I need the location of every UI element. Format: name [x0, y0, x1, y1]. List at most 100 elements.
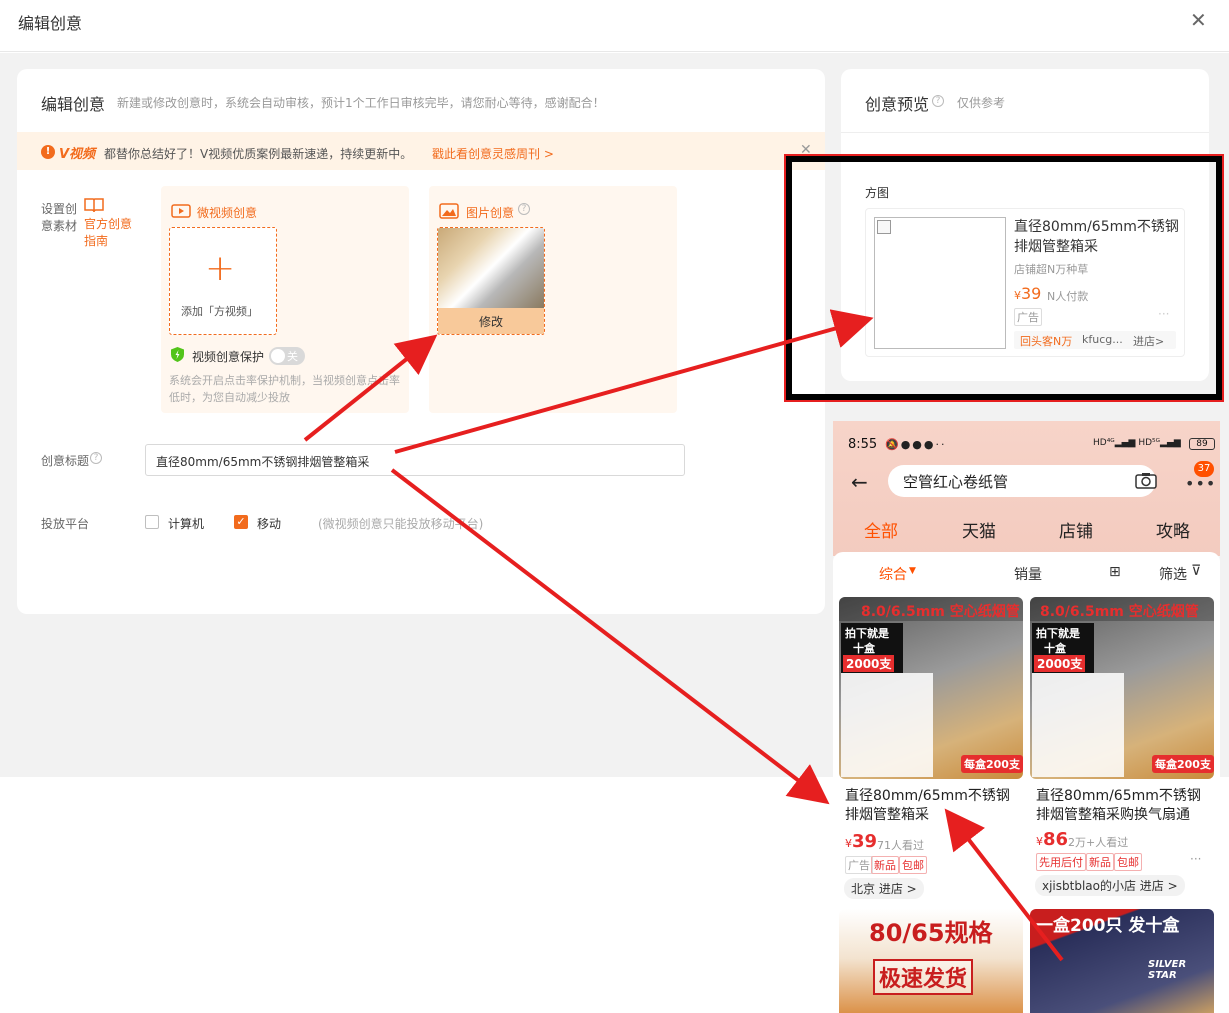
- cart-badge: 37: [1194, 461, 1214, 477]
- image-icon: [439, 203, 459, 219]
- divider: [841, 132, 1209, 133]
- product-badge-new: 新品: [871, 856, 899, 874]
- product-badge-free-ship: 包邮: [1114, 853, 1142, 871]
- image-creative-title: 图片创意: [466, 206, 515, 220]
- banner-link[interactable]: 戳此看创意灵感周刊 >: [432, 145, 554, 162]
- shield-icon: [169, 346, 186, 363]
- product-title[interactable]: 直径80mm/65mm不锈钢排烟管整箱采: [845, 787, 1017, 825]
- platform-note: (微视频创意只能投放移动平台): [318, 517, 484, 531]
- pc-label[interactable]: 计算机: [168, 515, 204, 532]
- close-icon[interactable]: ✕: [1190, 8, 1207, 32]
- product-price-value: 39: [852, 831, 878, 852]
- editor-title: 编辑创意: [41, 95, 106, 114]
- product-image[interactable]: 8.0/6.5mm 空心纸烟管 拍下就是 十盒 2000支 每盒200支: [1030, 597, 1214, 779]
- preview-hint: 仅供参考: [957, 96, 1006, 110]
- dialog-title: 编辑创意: [18, 14, 83, 33]
- preview-shop-name: kfucg...: [1082, 333, 1123, 346]
- platform-label: 投放平台: [41, 517, 90, 531]
- image-headline: 8.0/6.5mm 空心纸烟管: [861, 604, 1020, 620]
- product-badge-ad: 广告: [845, 856, 873, 874]
- video-protect-label: 视频创意保护: [192, 350, 265, 364]
- phone-search-text: 空管红心卷纸管: [903, 473, 1009, 491]
- modify-label[interactable]: 修改: [479, 313, 503, 330]
- bottom-right-brand: SILVER STAR: [1148, 959, 1187, 981]
- preview-promo: 回头客N万: [1020, 335, 1073, 348]
- sort-filter[interactable]: 筛选: [1159, 564, 1187, 584]
- image-tag-line2: 十盒: [1044, 642, 1066, 655]
- preview-ad-tag: 广告: [1014, 308, 1042, 326]
- phone-screenshot: 8:55 🔕●●●·· HD⁴ᴳ▂▄▆ HD⁵ᴳ▂▄▆ 89 ← 空管红心卷纸管…: [833, 421, 1220, 1013]
- help-icon[interactable]: ?: [932, 95, 944, 107]
- book-icon: [84, 197, 104, 213]
- sort-sales[interactable]: 销量: [1014, 564, 1042, 584]
- help-icon[interactable]: ?: [90, 452, 102, 464]
- image-tag-line3: 2000支: [843, 655, 895, 672]
- preview-title: 创意预览: [865, 95, 930, 114]
- banner-text: 都替你总结好了！V视频优质案例最新速递，持续更新中。: [104, 147, 413, 161]
- product-badge-new: 新品: [1086, 853, 1114, 871]
- product-location[interactable]: xjisbtblao的小店 进店 >: [1035, 875, 1185, 896]
- preview-product-title: 直径80mm/65mm不锈钢排烟管整箱采: [1014, 219, 1179, 255]
- image-tag-line2: 十盒: [853, 642, 875, 655]
- preview-enter-shop[interactable]: 进店>: [1133, 333, 1164, 349]
- more-icon[interactable]: ···: [1190, 852, 1201, 866]
- sort-comprehensive[interactable]: 综合: [879, 564, 907, 584]
- status-time: 8:55: [848, 437, 878, 452]
- image-corner-tag: 每盒200支: [1152, 755, 1214, 773]
- phone-tab-shop[interactable]: 店铺: [1059, 517, 1093, 542]
- plus-icon: +: [205, 248, 236, 289]
- banner-close-icon[interactable]: ✕: [800, 142, 812, 158]
- more-icon[interactable]: ···: [1158, 307, 1169, 321]
- toggle-knob: [271, 349, 285, 363]
- phone-tab-all[interactable]: 全部: [864, 517, 898, 542]
- product-image[interactable]: 80/65规格 极速发货: [839, 909, 1023, 1013]
- battery-icon: 89: [1189, 438, 1215, 450]
- bottom-left-headline: 80/65规格: [869, 919, 993, 947]
- toggle-text: 关: [287, 350, 298, 363]
- product-view-note: 2万+人看过: [1068, 836, 1129, 849]
- preview-shop-line: 店铺超N万种草: [1014, 263, 1089, 276]
- add-video-label: 添加「方视频」: [181, 305, 258, 318]
- video-creative-title: 微视频创意: [197, 206, 258, 220]
- video-protect-toggle[interactable]: 关: [269, 347, 305, 365]
- product-badge-free-ship: 包邮: [899, 856, 927, 874]
- filter-icon: ⊽: [1191, 563, 1202, 579]
- signal-icon: HD⁴ᴳ▂▄▆ HD⁵ᴳ▂▄▆: [1093, 438, 1181, 448]
- creative-title-input[interactable]: 直径80mm/65mm不锈钢排烟管整箱采: [145, 444, 685, 476]
- creative-title-label: 创意标题: [41, 454, 90, 468]
- back-arrow-icon[interactable]: ←: [851, 470, 868, 494]
- mobile-checkbox[interactable]: ✓: [234, 515, 248, 529]
- status-icons-left: 🔕●●●··: [885, 438, 947, 451]
- info-icon: !: [41, 145, 55, 159]
- preview-image-placeholder: [874, 217, 1006, 349]
- bottom-left-stamp: 极速发货: [873, 959, 974, 995]
- grid-icon[interactable]: ⊞: [1109, 564, 1121, 580]
- official-guide-link[interactable]: 官方创意指南: [84, 216, 134, 250]
- editor-subtitle: 新建或修改创意时，系统会自动审核，预计1个工作日审核完毕，请您耐心等待，感谢配合…: [117, 96, 605, 110]
- product-price-value: 86: [1043, 829, 1069, 850]
- bottom-right-headline: 一盒200只 发十盒: [1036, 916, 1180, 936]
- material-label: 设置创意素材: [41, 202, 78, 233]
- product-location[interactable]: 北京 进店 >: [844, 878, 924, 899]
- product-view-note: 71人看过: [877, 839, 924, 852]
- video-protect-desc: 系统会开启点击率保护机制，当视频创意点击率低时，为您自动减少投放: [169, 374, 400, 404]
- broken-image-icon: [877, 220, 891, 234]
- image-headline: 8.0/6.5mm 空心纸烟管: [1040, 604, 1199, 620]
- dialog-header: [0, 0, 1229, 52]
- image-tag-line1: 拍下就是: [845, 627, 889, 640]
- camera-icon[interactable]: [1135, 472, 1157, 489]
- image-text-block: [1032, 673, 1124, 777]
- product-box-image: [438, 228, 544, 308]
- caret-down-icon: ▼: [909, 566, 916, 576]
- help-icon[interactable]: ?: [518, 203, 530, 215]
- phone-tab-tmall[interactable]: 天猫: [962, 517, 996, 542]
- product-image[interactable]: 8.0/6.5mm 空心纸烟管 拍下就是 十盒 2000支 每盒200支: [839, 597, 1023, 779]
- product-price: ¥39: [845, 831, 878, 852]
- pc-checkbox[interactable]: [145, 515, 159, 529]
- mobile-label[interactable]: 移动: [257, 515, 281, 532]
- phone-tab-guide[interactable]: 攻略: [1156, 517, 1190, 542]
- banner-brand: V视频: [59, 147, 96, 162]
- product-price: ¥86: [1036, 829, 1069, 850]
- product-title[interactable]: 直径80mm/65mm不锈钢排烟管整箱采购换气扇通: [1036, 787, 1212, 825]
- product-image[interactable]: 一盒200只 发十盒 SILVER STAR: [1030, 909, 1214, 1013]
